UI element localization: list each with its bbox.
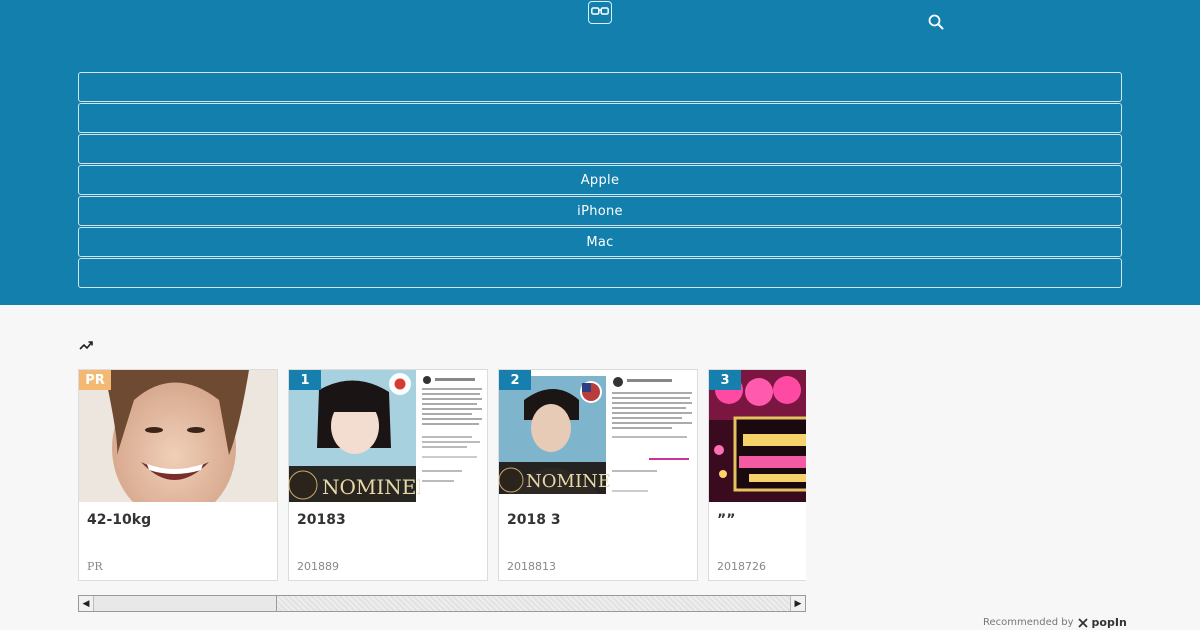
nav-item-1[interactable]	[78, 72, 1122, 102]
nav-item-2[interactable]	[78, 103, 1122, 133]
pr-badge: PR	[79, 370, 111, 390]
site-logo[interactable]	[588, 1, 612, 24]
rank-badge: 1	[289, 370, 321, 390]
recommended-by[interactable]: Recommended by popIn	[983, 616, 1127, 629]
scrollbar-thumb[interactable]	[94, 596, 277, 611]
nav-item-7[interactable]	[78, 258, 1122, 288]
nominee-text: NOMINEE	[526, 471, 624, 492]
article-meta: 2018813	[507, 560, 556, 573]
article-card[interactable]: PR 42-10kg PR	[78, 369, 278, 581]
article-title: 20183	[297, 512, 346, 528]
article-title: ””	[717, 512, 736, 528]
popin-brand: popIn	[1091, 616, 1127, 629]
scroll-right-button[interactable]: ▶	[790, 596, 805, 611]
article-meta: 2018726	[717, 560, 766, 573]
nav-item-apple[interactable]: Apple	[78, 165, 1122, 195]
article-title: 2018 3	[507, 512, 561, 528]
article-card[interactable]: NOMINEE 1 20183 201889	[288, 369, 488, 581]
search-icon	[928, 14, 944, 30]
recommendation-carousel: PR 42-10kg PR NOMINEE 1 20183 201889 NOM…	[78, 369, 806, 581]
article-card[interactable]: 3 ”” 2018726	[708, 369, 806, 581]
rank-badge: 3	[709, 370, 741, 390]
glasses-icon	[591, 7, 609, 15]
arrow-left-icon: ◀	[82, 598, 90, 609]
popin-logo-icon	[1077, 617, 1088, 628]
article-meta: PR	[87, 560, 103, 573]
nominee-text: NOMINEE	[322, 475, 431, 499]
carousel-scrollbar[interactable]: ◀ ▶	[78, 595, 806, 612]
article-meta: 201889	[297, 560, 339, 573]
search-button[interactable]	[927, 13, 945, 31]
arrow-right-icon: ▶	[794, 598, 802, 609]
nav-item-iphone[interactable]: iPhone	[78, 196, 1122, 226]
site-header: Apple iPhone Mac	[0, 0, 1200, 305]
recommended-by-label: Recommended by	[983, 617, 1074, 628]
rank-badge: 2	[499, 370, 531, 390]
article-title: 42-10kg	[87, 512, 152, 528]
nav-item-mac[interactable]: Mac	[78, 227, 1122, 257]
trending-up-icon	[79, 341, 93, 350]
scroll-left-button[interactable]: ◀	[79, 596, 94, 611]
article-card[interactable]: NOMINEE 2 2018 3 2018813	[498, 369, 698, 581]
nav-item-3[interactable]	[78, 134, 1122, 164]
trending-heading	[79, 337, 94, 350]
category-nav: Apple iPhone Mac	[78, 72, 1122, 289]
